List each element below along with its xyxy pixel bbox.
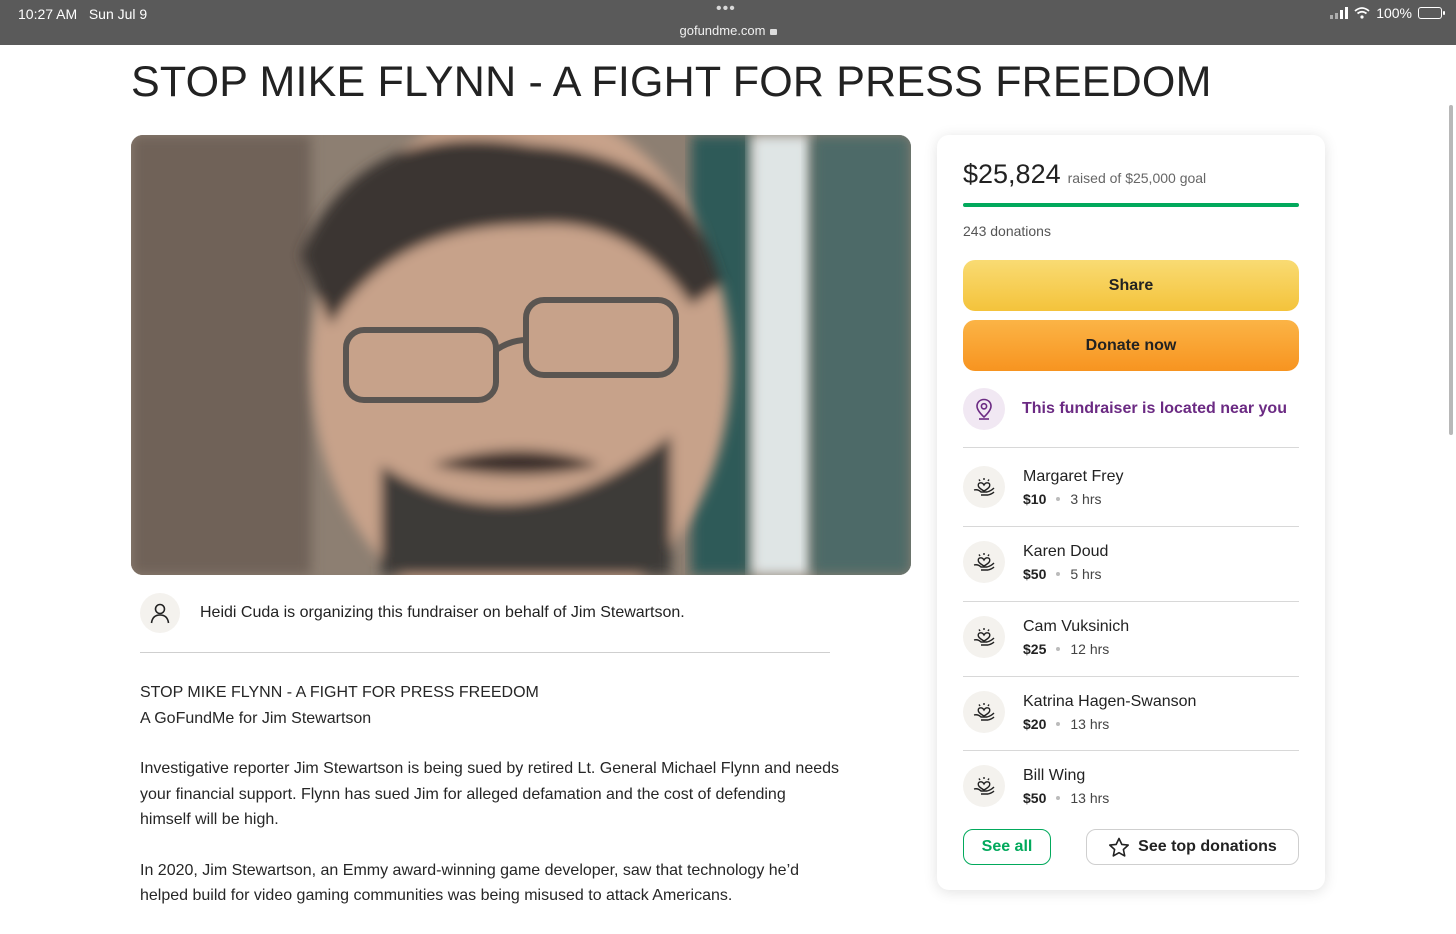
donor-name: Katrina Hagen-Swanson [1023, 692, 1197, 710]
divider [140, 652, 830, 653]
see-all-button[interactable]: See all [963, 829, 1051, 865]
location-notice[interactable]: This fundraiser is located near you [963, 388, 1287, 430]
status-indicators: 100% [1330, 5, 1445, 21]
url-text: gofundme.com [679, 23, 766, 38]
donor-name: Cam Vuksinich [1023, 617, 1130, 635]
organizer-row: Heidi Cuda is organizing this fundraiser… [140, 593, 685, 633]
wifi-icon [1354, 7, 1370, 19]
heart-hand-icon [963, 765, 1005, 807]
donation-amount: $50 [1023, 789, 1047, 806]
donation-item: Bill Wing $50 13 hrs [963, 756, 1299, 816]
lock-icon [769, 29, 777, 35]
heart-hand-icon [963, 541, 1005, 583]
donation-item: Margaret Frey $10 3 hrs [963, 457, 1299, 517]
story-subheading: A GoFundMe for Jim Stewartson [140, 709, 372, 727]
donor-name: Margaret Frey [1023, 467, 1124, 485]
date-text: Sun Jul 9 [88, 6, 148, 22]
location-pin-icon [963, 388, 1005, 430]
divider [963, 676, 1299, 677]
donation-time: 13 hrs [1070, 789, 1110, 806]
status-time: 10:27 AM Sun Jul 9 [18, 6, 147, 22]
status-bar: 10:27 AM Sun Jul 9 ••• gofundme.com 100% [0, 0, 1456, 45]
organizer-text: Heidi Cuda is organizing this fundraiser… [200, 604, 685, 621]
donation-time: 12 hrs [1070, 640, 1110, 657]
divider [963, 750, 1299, 751]
story-text: STOP MIKE FLYNN - A FIGHT FOR PRESS FREE… [140, 680, 840, 934]
location-notice-text: This fundraiser is located near you [1022, 400, 1287, 417]
battery-icon [1418, 7, 1445, 19]
goal-text: raised of $25,000 goal [1067, 170, 1207, 186]
donation-item: Katrina Hagen-Swanson $20 13 hrs [963, 682, 1299, 742]
more-dots-icon[interactable]: ••• [716, 0, 736, 18]
story-heading: STOP MIKE FLYNN - A FIGHT FOR PRESS FREE… [140, 684, 539, 701]
donate-now-button[interactable]: Donate now [963, 320, 1299, 371]
progress-fill [963, 203, 1299, 207]
donation-time: 3 hrs [1070, 490, 1102, 507]
donation-amount: $50 [1023, 565, 1047, 582]
divider [963, 447, 1299, 448]
page-scrollbar[interactable] [1449, 105, 1453, 435]
divider [963, 601, 1299, 602]
page-title: STOP MIKE FLYNN - A FIGHT FOR PRESS FREE… [131, 58, 1212, 106]
donation-item: Karen Doud $50 5 hrs [963, 532, 1299, 592]
donation-amount: $25 [1023, 640, 1047, 657]
cellular-signal-icon [1330, 7, 1349, 19]
progress-bar [963, 203, 1299, 207]
time-text: 10:27 AM [18, 6, 78, 22]
donation-time: 5 hrs [1070, 565, 1102, 582]
donations-count: 243 donations [963, 223, 1051, 239]
heart-hand-icon [963, 616, 1005, 658]
address-bar[interactable]: gofundme.com [0, 23, 1456, 38]
donation-amount: $20 [1023, 715, 1047, 732]
amount-row: $25,824 raised of $25,000 goal [963, 159, 1206, 190]
see-top-donations-button[interactable]: See top donations [1086, 829, 1299, 865]
donor-name: Bill Wing [1023, 766, 1086, 784]
divider [963, 526, 1299, 527]
share-button[interactable]: Share [963, 260, 1299, 311]
amount-raised: $25,824 [963, 159, 1061, 189]
donation-time: 13 hrs [1070, 715, 1110, 732]
star-icon [1109, 837, 1130, 857]
battery-percent: 100% [1376, 5, 1412, 21]
see-top-donations-label: See top donations [1138, 838, 1277, 855]
heart-hand-icon [963, 466, 1005, 508]
person-icon [140, 593, 180, 633]
story-paragraph: Investigative reporter Jim Stewartson is… [140, 760, 840, 828]
donation-card: $25,824 raised of $25,000 goal 243 donat… [937, 135, 1325, 890]
heart-hand-icon [963, 691, 1005, 733]
story-paragraph: In 2020, Jim Stewartson, an Emmy award-w… [140, 861, 800, 905]
donor-name: Karen Doud [1023, 542, 1109, 560]
hero-image [131, 135, 911, 575]
donation-item: Cam Vuksinich $25 12 hrs [963, 607, 1299, 667]
donation-amount: $10 [1023, 490, 1047, 507]
